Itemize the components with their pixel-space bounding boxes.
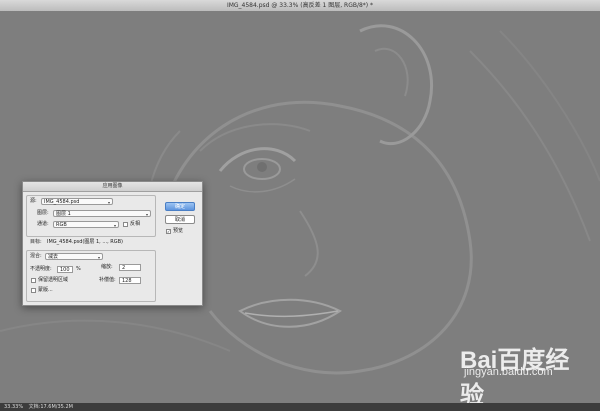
offset-label: 补偿值: xyxy=(99,277,116,283)
opacity-unit: % xyxy=(76,266,81,272)
window-title: IMG_4584.psd @ 33.3% (高反差 1 图层, RGB/8*) … xyxy=(226,2,374,9)
zoom-readout[interactable]: 33.33% xyxy=(4,404,23,410)
blending-label: 混合: xyxy=(30,253,42,259)
blending-select[interactable]: 减去 ▾ xyxy=(45,253,103,260)
blending-value: 减去 xyxy=(48,254,59,260)
channel-label: 通道: xyxy=(37,221,49,227)
layer-label: 图层: xyxy=(37,210,49,216)
scale-input[interactable]: 2 xyxy=(119,264,141,271)
dialog-title: 应用图像 xyxy=(23,182,202,192)
apply-image-dialog: 应用图像 源: IMG_4584.psd ▾ 图层: 图层 1 ▾ 通道: RG… xyxy=(22,181,203,306)
source-label: 源: xyxy=(30,198,37,204)
offset-input[interactable]: 128 xyxy=(119,277,141,284)
target-label: 目标: xyxy=(30,239,42,245)
baidu-watermark: Bai百度经验 jingyan.baidu.com xyxy=(460,340,590,409)
source-value: IMG_4584.psd xyxy=(44,199,80,205)
mask-checkbox[interactable] xyxy=(31,288,36,293)
channel-value: RGB xyxy=(56,222,67,228)
cancel-button[interactable]: 取消 xyxy=(165,215,195,224)
mask-label: 蒙版... xyxy=(38,287,53,293)
source-select[interactable]: IMG_4584.psd ▾ xyxy=(41,198,113,205)
preserve-transparency-checkbox[interactable] xyxy=(31,278,36,283)
chevron-down-icon: ▾ xyxy=(113,223,116,228)
preview-label: 预览 xyxy=(173,228,184,234)
status-bar: 33.33% 文档:17.6M/35.2M xyxy=(0,403,600,411)
layer-select[interactable]: 图层 1 ▾ xyxy=(53,210,151,217)
doc-size: 文档:17.6M/35.2M xyxy=(28,404,73,410)
invert-label: 反相 xyxy=(130,221,141,227)
watermark-url: jingyan.baidu.com xyxy=(464,366,553,378)
scale-label: 缩放: xyxy=(101,264,113,270)
opacity-input[interactable]: 100 xyxy=(57,266,73,273)
chevron-down-icon: ▾ xyxy=(145,212,148,217)
target-value: IMG_4584.psd(图层 1, ..., RGB) xyxy=(47,239,124,245)
preview-checkbox[interactable]: ✓ xyxy=(166,229,171,234)
invert-checkbox[interactable] xyxy=(123,222,128,227)
opacity-label: 不透明度: xyxy=(30,266,52,272)
preserve-transparency-label: 保留透明区域 xyxy=(38,277,69,283)
ok-button[interactable]: 确定 xyxy=(165,202,195,211)
chevron-down-icon: ▾ xyxy=(97,255,100,260)
layer-value: 图层 1 xyxy=(56,211,71,217)
channel-select[interactable]: RGB ▾ xyxy=(53,221,119,228)
chevron-down-icon: ▾ xyxy=(107,200,110,205)
